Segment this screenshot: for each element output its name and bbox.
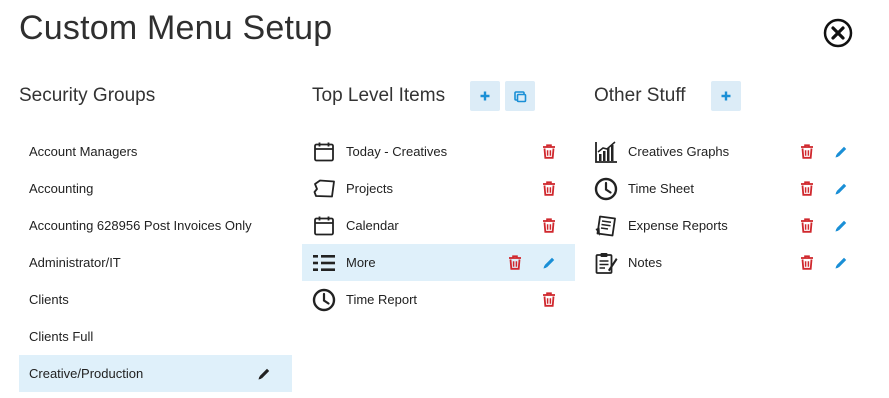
other-stuff-item[interactable]: Creatives Graphs [584,133,866,170]
plus-icon [720,90,732,102]
clock-icon [594,177,618,201]
security-group-label: Clients [29,292,69,307]
delete-other-stuff-item-button[interactable] [796,207,818,244]
edit-other-stuff-item-button[interactable] [830,133,852,170]
calendar-icon [312,214,336,238]
copy-top-level-items-button[interactable] [505,81,536,111]
top-level-item-label: Calendar [346,218,399,233]
other-stuff-item[interactable]: Time Sheet [584,170,866,207]
other-stuff-list: Creatives Graphs Time Sheet Expense Repo… [584,133,866,281]
security-group-item[interactable]: Account Managers [19,133,292,170]
trash-icon [542,218,556,233]
other-stuff-item-label: Expense Reports [628,218,728,233]
plus-icon [479,90,491,102]
security-group-label: Administrator/IT [29,255,121,270]
top-level-items-heading: Top Level Items [312,85,446,106]
other-stuff-item[interactable]: Notes [584,244,866,281]
other-stuff-item[interactable]: Expense Reports [584,207,866,244]
top-level-item-label: Projects [346,181,393,196]
edit-security-group-button[interactable] [253,355,275,392]
add-other-stuff-button[interactable] [710,81,741,111]
delete-top-level-item-button[interactable] [538,170,560,207]
pencil-icon [256,366,272,382]
pencil-icon [833,255,849,271]
security-group-label: Account Managers [29,144,138,159]
trash-icon [800,181,814,196]
security-groups-heading: Security Groups [19,85,156,106]
other-stuff-item-label: Time Sheet [628,181,694,196]
receipt-icon [594,214,618,238]
security-group-label: Accounting 628956 Post Invoices Only [29,218,252,233]
top-level-item-label: More [346,255,376,270]
pencil-icon [833,144,849,160]
trash-icon [542,144,556,159]
other-stuff-heading: Other Stuff [594,85,686,106]
security-group-item[interactable]: Clients Full [19,318,292,355]
security-group-item[interactable]: Administrator/IT [19,244,292,281]
security-groups-header: Security Groups [19,80,155,112]
security-groups-list: Account Managers Accounting Accounting 6… [19,133,292,392]
top-level-item-label: Today - Creatives [346,144,448,159]
edit-other-stuff-item-button[interactable] [830,170,852,207]
top-level-item-label: Time Report [346,292,418,307]
security-group-item[interactable]: Clients [19,281,292,318]
add-top-level-item-button[interactable] [470,81,501,111]
clock-icon [312,288,336,312]
top-level-item[interactable]: Calendar [302,207,575,244]
folder-shape-icon [312,177,336,201]
clipboard-icon [594,251,618,275]
security-group-label: Clients Full [29,329,94,344]
pencil-icon [833,181,849,197]
page-title: Custom Menu Setup [19,9,333,47]
top-level-item-selected[interactable]: More [302,244,575,281]
pencil-icon [541,255,557,271]
list-icon [312,251,336,275]
delete-top-level-item-button[interactable] [538,207,560,244]
edit-other-stuff-item-button[interactable] [830,207,852,244]
delete-other-stuff-item-button[interactable] [796,244,818,281]
copy-icon [513,90,527,103]
trash-icon [542,181,556,196]
delete-top-level-item-button[interactable] [504,244,526,281]
trash-icon [800,255,814,270]
top-level-items-list: Today - Creatives Projects Calendar More… [302,133,575,318]
top-level-items-header: Top Level Items [312,80,536,112]
other-stuff-header: Other Stuff [594,80,741,112]
edit-other-stuff-item-button[interactable] [830,244,852,281]
top-level-item[interactable]: Today - Creatives [302,133,575,170]
trash-icon [508,255,522,270]
security-group-label: Creative/Production [29,366,144,381]
security-group-item-selected[interactable]: Creative/Production [19,355,292,392]
pencil-icon [833,218,849,234]
trash-icon [542,292,556,307]
trash-icon [800,218,814,233]
security-group-item[interactable]: Accounting [19,170,292,207]
trash-icon [800,144,814,159]
close-icon [823,18,853,48]
calendar-icon [312,140,336,164]
other-stuff-item-label: Notes [628,255,662,270]
delete-other-stuff-item-button[interactable] [796,133,818,170]
bar-chart-icon [594,140,618,164]
delete-top-level-item-button[interactable] [538,281,560,318]
edit-top-level-item-button[interactable] [538,244,560,281]
other-stuff-item-label: Creatives Graphs [628,144,730,159]
top-level-item[interactable]: Time Report [302,281,575,318]
close-button[interactable] [823,18,853,48]
security-group-label: Accounting [29,181,94,196]
top-level-item[interactable]: Projects [302,170,575,207]
security-group-item[interactable]: Accounting 628956 Post Invoices Only [19,207,292,244]
delete-top-level-item-button[interactable] [538,133,560,170]
delete-other-stuff-item-button[interactable] [796,170,818,207]
